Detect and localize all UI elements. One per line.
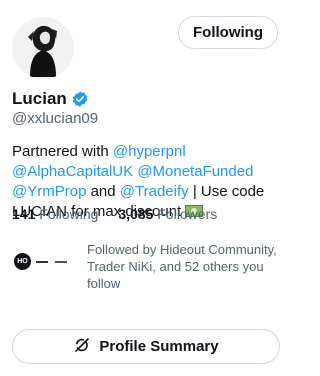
mutual-avatar <box>52 253 69 270</box>
mutual-avatar: HO <box>14 253 31 270</box>
bio-connector: and <box>86 183 120 200</box>
user-handle: @xxlucian09 <box>12 110 99 127</box>
name-row: Lucian <box>12 89 89 109</box>
mutual-avatars: HO <box>14 253 69 270</box>
grok-icon <box>73 336 91 358</box>
following-label: Following <box>39 206 99 222</box>
profile-avatar[interactable] <box>12 17 74 79</box>
profile-summary-button[interactable]: Profile Summary <box>12 329 280 364</box>
mention-tradeify[interactable]: @Tradeify <box>120 183 189 200</box>
profile-summary-label: Profile Summary <box>99 338 219 355</box>
mention-hyperpnl[interactable]: @hyperpnl <box>113 143 186 160</box>
mutual-avatar <box>33 253 50 270</box>
followed-by-text: Followed by Hideout Community, Trader Ni… <box>87 242 277 291</box>
following-button[interactable]: Following <box>178 16 278 49</box>
follow-stats: 141 Following 3,085 Followers <box>12 206 217 222</box>
followers-stat[interactable]: 3,085 Followers <box>118 206 217 222</box>
mention-monetafunded[interactable]: @MonetaFunded <box>137 163 253 180</box>
followers-label: Followers <box>157 206 218 222</box>
following-stat[interactable]: 141 Following <box>12 206 98 222</box>
followers-count: 3,085 <box>118 206 154 222</box>
mention-yrmprop[interactable]: @YrmProp <box>12 183 86 200</box>
following-count: 141 <box>12 206 36 222</box>
bio-text: Partnered with <box>12 143 113 160</box>
verified-badge-icon <box>71 90 89 108</box>
followed-by[interactable]: HO Followed by Hideout Community, Trader… <box>14 241 297 292</box>
display-name[interactable]: Lucian <box>12 89 67 109</box>
mention-alphacapitaluk[interactable]: @AlphaCapitalUK <box>12 163 133 180</box>
